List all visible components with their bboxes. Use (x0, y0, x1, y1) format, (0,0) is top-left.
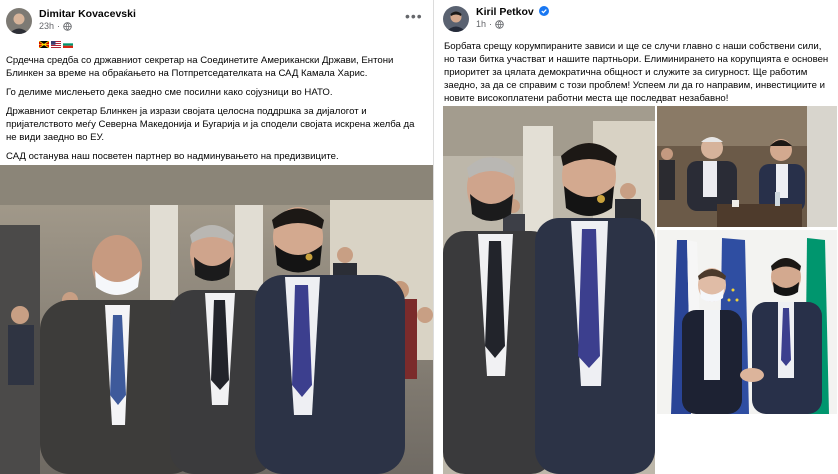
post-meta: 23h · (39, 21, 136, 32)
post-dimitar-kovacevski: Dimitar Kovacevski 23h · ••• Срдечна сре… (0, 0, 434, 474)
post-meta: 1h · (476, 19, 549, 30)
flag-usa-icon (51, 34, 61, 49)
post-text: Срдечна средба со државниот секретар на … (6, 54, 426, 169)
flag-bulgaria-icon (63, 34, 73, 49)
author-name[interactable]: Kiril Petkov (476, 6, 549, 19)
avatar[interactable] (6, 8, 32, 34)
post-text: Борбата срещу корумпираните зависи и ще … (444, 40, 832, 111)
post-header: Dimitar Kovacevski 23h · (6, 8, 136, 49)
post-photo-main[interactable] (443, 106, 655, 474)
post-time[interactable]: 1h (476, 19, 486, 30)
meta-separator: · (57, 21, 61, 32)
flag-north-macedonia-icon (38, 34, 50, 49)
post-paragraph: Државниот секретар Блинкен ја изрази сво… (6, 106, 415, 143)
meta-separator: · (489, 19, 493, 30)
flags-row (38, 34, 136, 49)
globe-icon (495, 20, 504, 29)
post-header: Kiril Petkov 1h · (443, 6, 549, 32)
avatar[interactable] (443, 6, 469, 32)
post-photo[interactable] (0, 165, 433, 474)
post-photo-flags[interactable] (657, 230, 837, 414)
author-name[interactable]: Dimitar Kovacevski (39, 8, 136, 21)
post-kiril-petkov: Kiril Petkov 1h · Борбата срещу корумпир… (437, 0, 838, 474)
more-options-icon[interactable]: ••• (405, 8, 423, 24)
post-time[interactable]: 23h (39, 21, 54, 32)
author-name-text[interactable]: Kiril Petkov (476, 6, 534, 18)
post-paragraph: САД останува наш посветен партнер во над… (6, 151, 339, 162)
verified-badge-icon (538, 6, 549, 16)
post-paragraph: Го делиме мислењето дека заедно сме поси… (6, 87, 333, 98)
post-paragraph: Борбата срещу корумпираните зависи и ще … (444, 41, 829, 104)
post-photo-meeting[interactable] (657, 106, 837, 227)
globe-icon (63, 22, 72, 31)
post-paragraph: Срдечна средба со државниот секретар на … (6, 55, 394, 79)
